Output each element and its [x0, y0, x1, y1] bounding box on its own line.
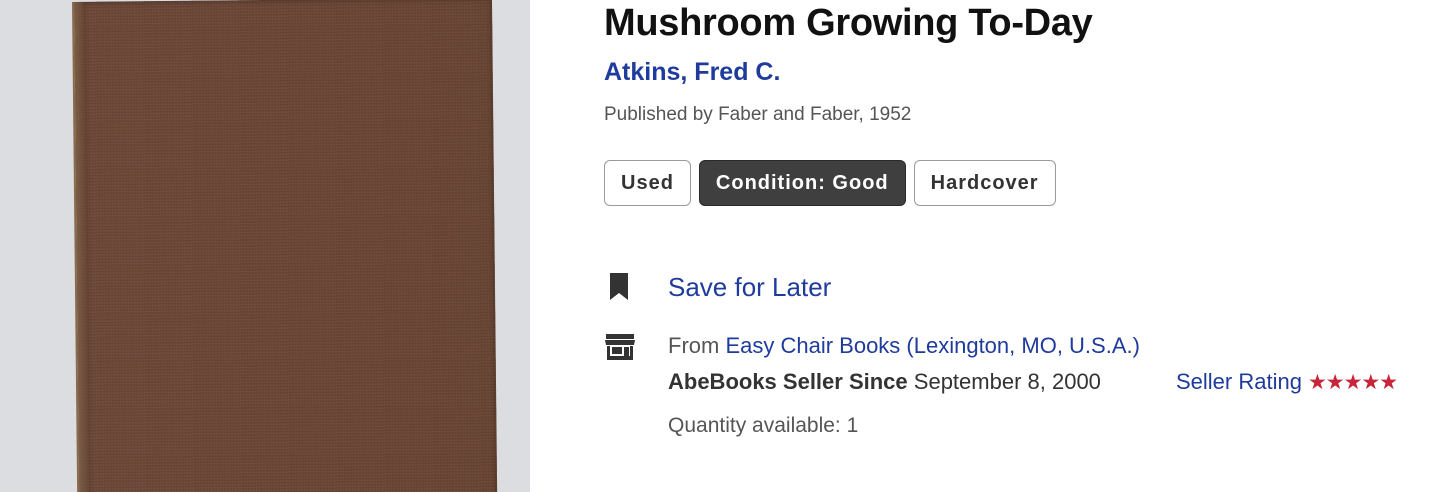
seller-rating-link[interactable]: Seller Rating ★★★★★: [1176, 369, 1398, 395]
rating-stars-icon: ★★★★★: [1307, 370, 1398, 394]
book-title: Mushroom Growing To-Day: [604, 2, 1093, 44]
badge-condition: Condition: Good: [698, 160, 906, 206]
quantity-available: Quantity available: 1: [668, 414, 859, 437]
badge-used: Used: [604, 160, 691, 206]
seller-since-date: September 8, 2000: [913, 369, 1101, 394]
seller-since-line: AbeBooks Seller Since September 8, 2000: [668, 369, 1101, 395]
save-icon-wrap[interactable]: [608, 272, 630, 302]
save-for-later-link[interactable]: Save for Later: [668, 272, 831, 303]
attribute-badges: Used Condition: Good Hardcover: [604, 160, 1056, 206]
author-link[interactable]: Atkins, Fred C.: [604, 58, 780, 87]
from-prefix: From: [668, 333, 720, 358]
seller-rating-label[interactable]: Seller Rating: [1176, 369, 1302, 395]
book-image-panel[interactable]: [0, 0, 530, 492]
seller-name-link[interactable]: Easy Chair Books (Lexington, MO, U.S.A.): [725, 333, 1140, 358]
seller-since-label: AbeBooks Seller Since: [668, 369, 908, 394]
book-cover-image[interactable]: [72, 0, 498, 492]
badge-binding: Hardcover: [913, 160, 1056, 206]
bookmark-icon[interactable]: [608, 272, 630, 302]
publisher-info: Published by Faber and Faber, 1952: [604, 104, 912, 125]
book-spine-edge: [73, 1, 90, 492]
seller-from-line: From Easy Chair Books (Lexington, MO, U.…: [668, 333, 1140, 359]
storefront-icon: [605, 334, 635, 360]
